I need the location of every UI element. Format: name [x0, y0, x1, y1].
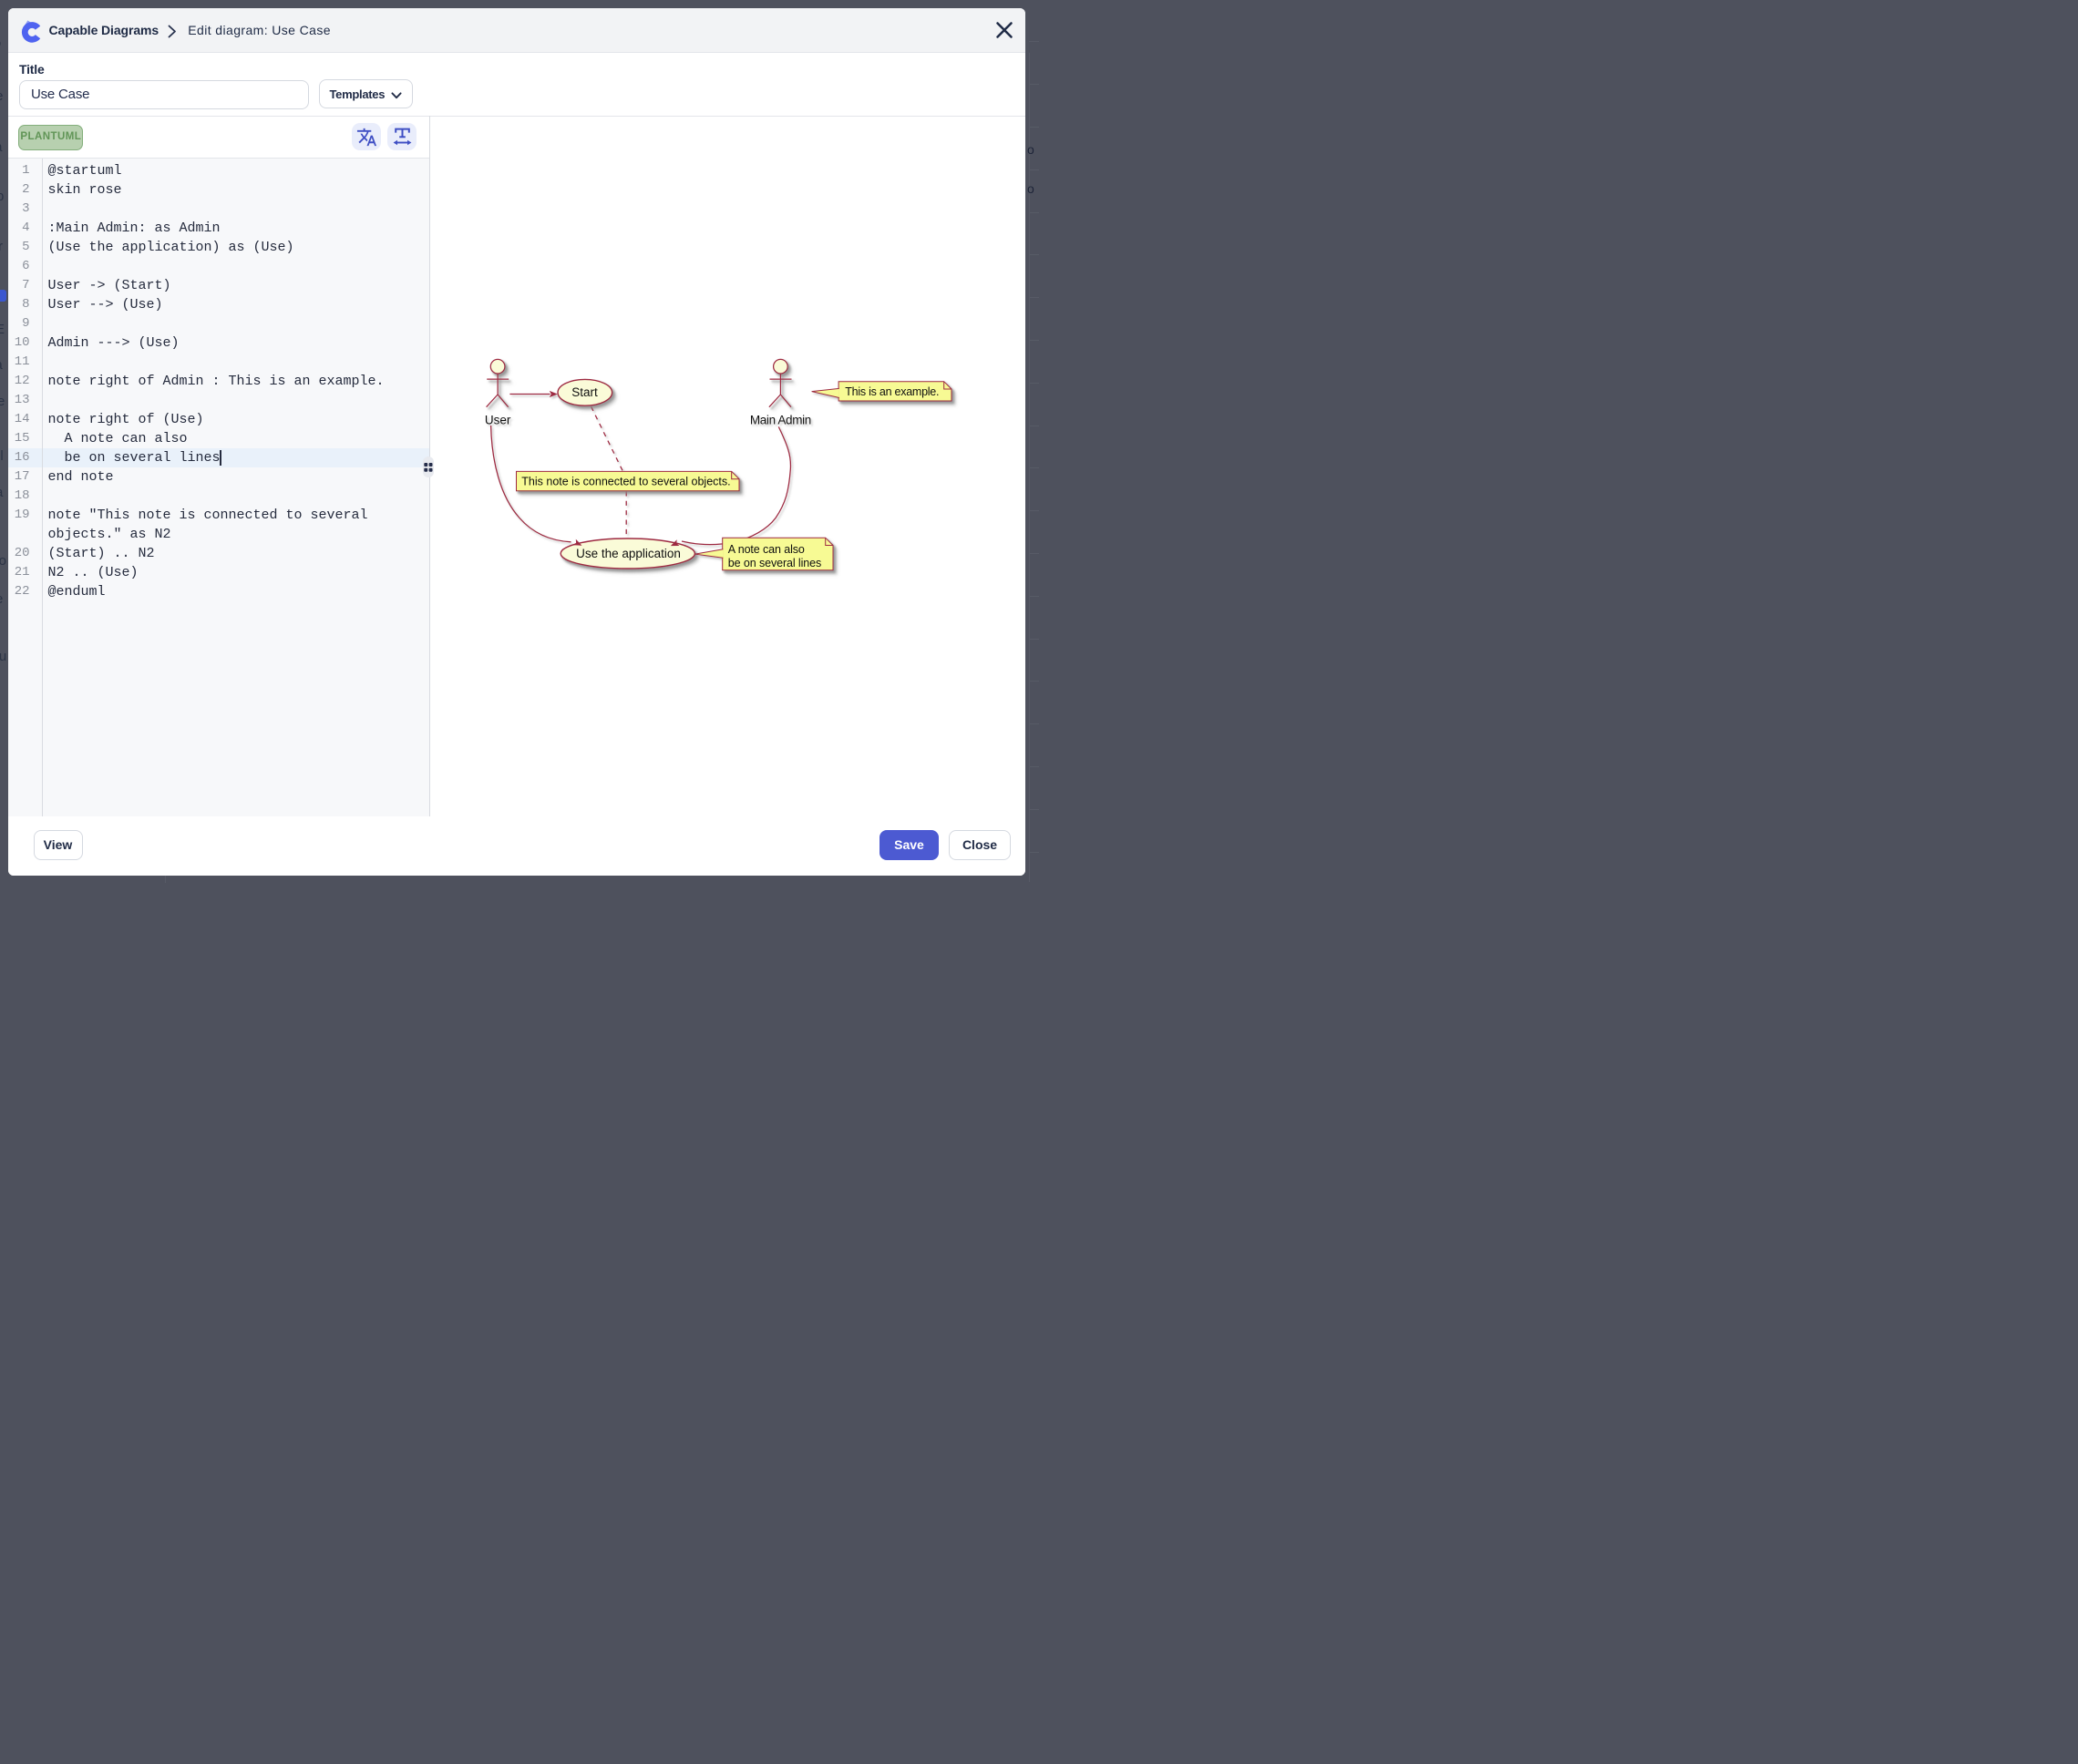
svg-text:Start: Start [571, 385, 598, 399]
svg-text:User: User [485, 413, 511, 426]
svg-text:A note can also: A note can also [728, 542, 805, 555]
svg-text:Use the application: Use the application [576, 546, 681, 559]
svg-text:Main Admin: Main Admin [750, 413, 811, 426]
svg-text:be on several lines: be on several lines [728, 556, 821, 569]
svg-text:This is an example.: This is an example. [845, 385, 939, 397]
svg-text:This note is connected to seve: This note is connected to several object… [521, 475, 730, 487]
